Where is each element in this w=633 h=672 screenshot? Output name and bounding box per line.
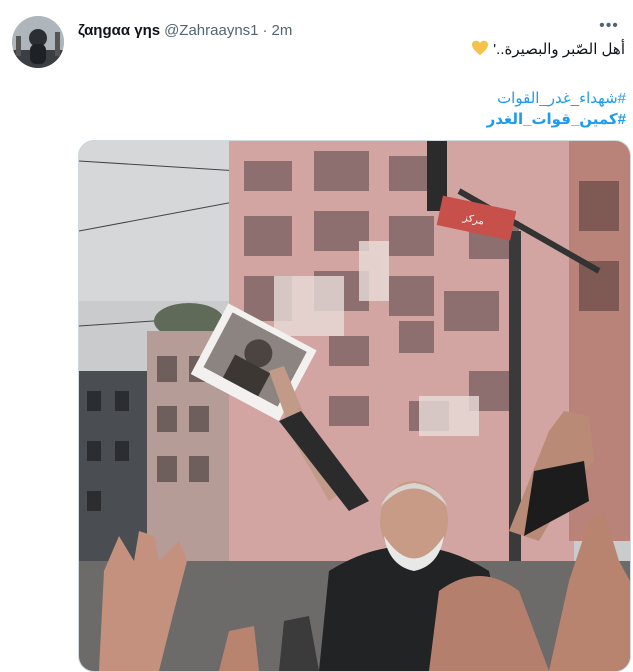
tweet-timestamp[interactable]: 2m: [272, 22, 293, 39]
yellow-heart-icon: [472, 40, 489, 56]
tweet-media[interactable]: مركز: [78, 140, 631, 672]
tweet-text-container: أهل الصّبر والبصيرة..': [469, 40, 625, 60]
protest-photo: مركز: [79, 141, 630, 671]
more-options-icon[interactable]: •••: [599, 16, 619, 36]
author-handle[interactable]: @Zahraayns1: [164, 22, 258, 39]
hashtag-link[interactable]: #شهداء_غدر_القوات: [487, 88, 626, 109]
avatar[interactable]: [12, 16, 64, 68]
tweet[interactable]: ζαηgαα γηs @Zahraayns1 · 2m ••• أهل الصّ…: [0, 0, 633, 672]
tweet-text: أهل الصّبر والبصيرة..': [493, 41, 625, 58]
hashtags: #شهداء_غدر_القوات #كمين_قوات_الغدر: [487, 88, 626, 130]
avatar-image: [12, 16, 64, 68]
hashtag-link[interactable]: #كمين_قوات_الغدر: [487, 109, 626, 130]
tweet-header: ζαηgαα γηs @Zahraayns1 · 2m: [78, 20, 292, 40]
separator: ·: [262, 21, 268, 39]
author-display-name[interactable]: ζαηgαα γηs: [78, 22, 160, 39]
